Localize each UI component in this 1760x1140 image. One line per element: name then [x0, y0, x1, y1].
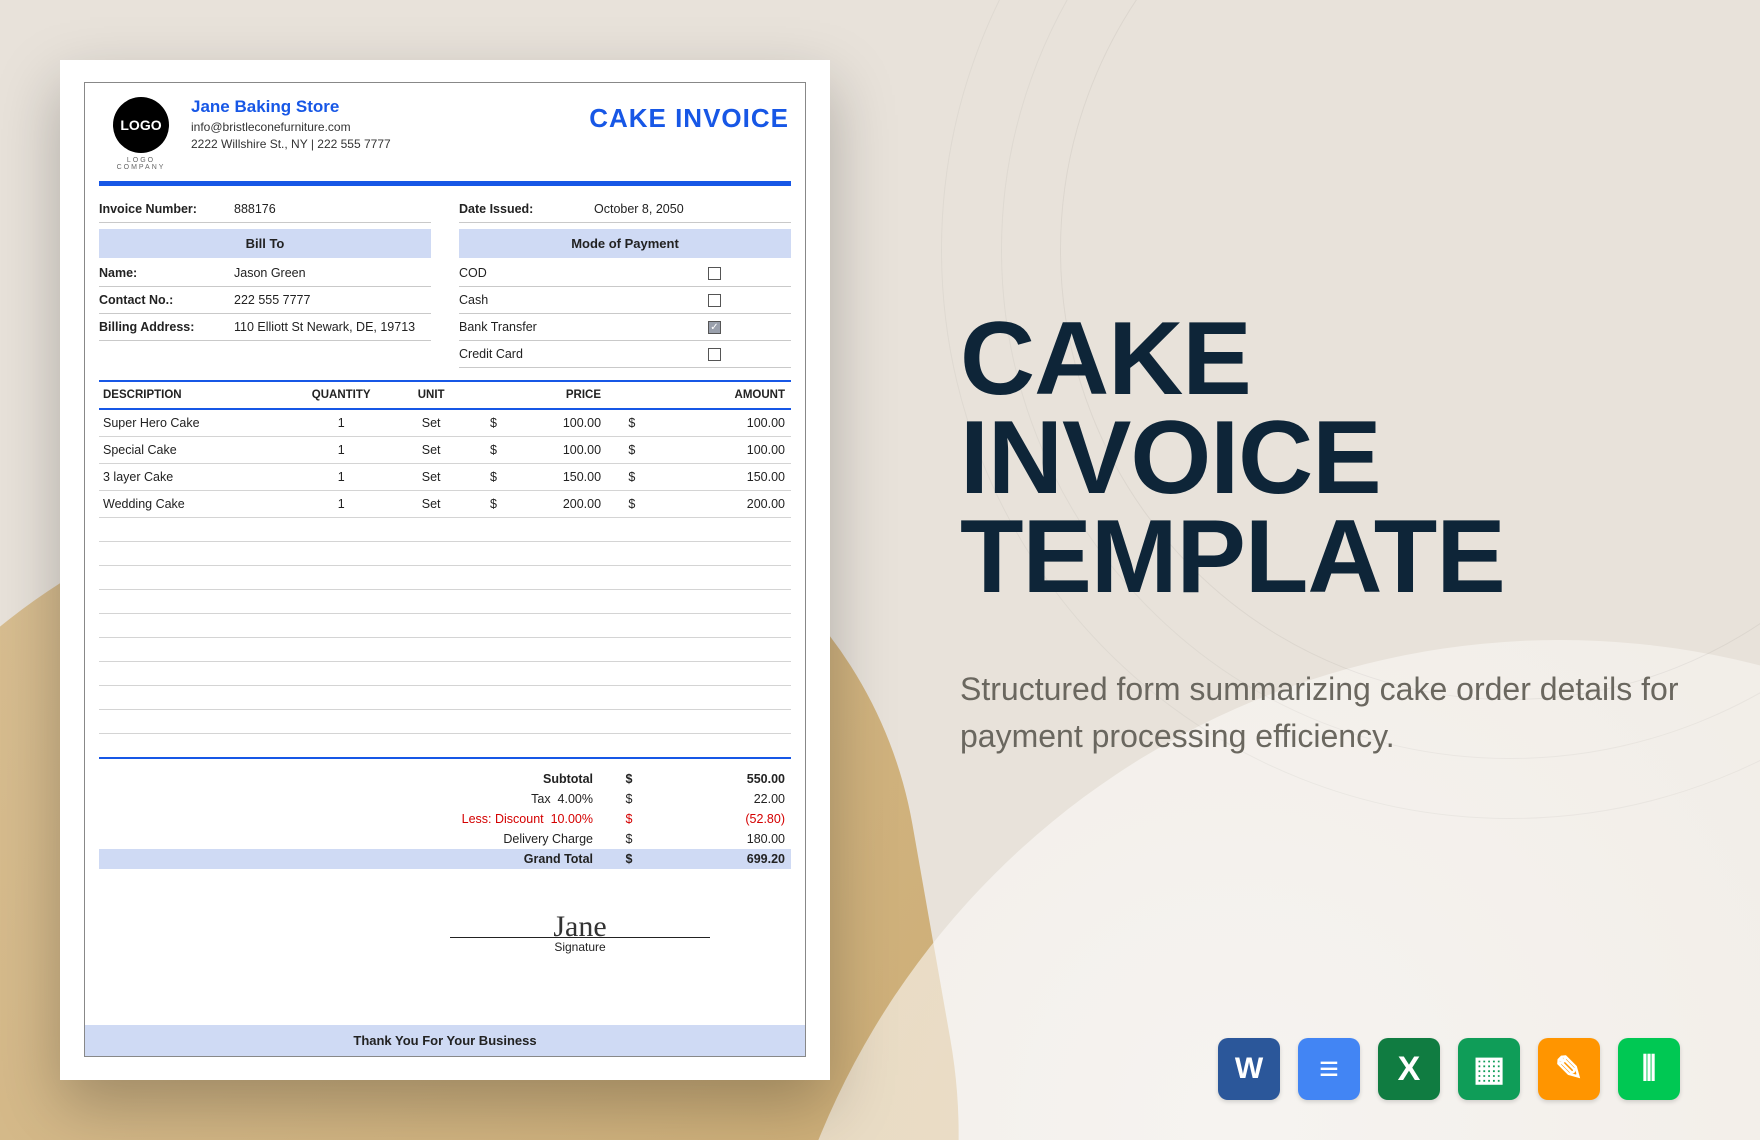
promo-subtitle: Structured form summarizing cake order d… [960, 666, 1680, 759]
table-row: Super Hero Cake1Set$100.00$100.00 [99, 409, 791, 437]
billto-contact-value: 222 555 7777 [234, 293, 431, 307]
grand-total-value: 699.20 [651, 852, 791, 866]
promo-block: CAKE INVOICE TEMPLATE Structured form su… [960, 310, 1680, 759]
doc-footer: Thank You For Your Business [85, 1025, 805, 1056]
table-row [99, 590, 791, 614]
subtotal-value: 550.00 [651, 772, 791, 786]
grand-total-label: Grand Total [99, 852, 607, 866]
signature-script: Jane [553, 910, 606, 944]
payment-header: Mode of Payment [459, 229, 791, 258]
doc-header: LOGO LOGO COMPANY Jane Baking Store info… [85, 83, 805, 181]
invoice-number-value: 888176 [234, 202, 431, 216]
invoice-document: LOGO LOGO COMPANY Jane Baking Store info… [60, 60, 830, 1080]
discount-label: Less: Discount [462, 812, 544, 826]
table-row: 3 layer Cake1Set$150.00$150.00 [99, 464, 791, 491]
doc-title: CAKE INVOICE [589, 97, 789, 134]
signature-area: Jane Signature [99, 897, 791, 954]
payment-mode-row: COD [459, 260, 791, 287]
checkbox-icon[interactable] [708, 294, 721, 307]
payment-mode-label: COD [459, 266, 708, 280]
currency-symbol: $ [607, 852, 651, 866]
logo: LOGO LOGO COMPANY [101, 97, 181, 171]
bill-to-header: Bill To [99, 229, 431, 258]
date-value: October 8, 2050 [594, 202, 791, 216]
word-icon[interactable]: W [1218, 1038, 1280, 1100]
payment-mode-row: Bank Transfer✓ [459, 314, 791, 341]
th-quantity: QUANTITY [293, 381, 390, 409]
table-row [99, 662, 791, 686]
tax-value: 22.00 [651, 792, 791, 806]
billto-name-value: Jason Green [234, 266, 431, 280]
promo-title-l1: CAKE INVOICE [960, 301, 1381, 516]
tax-rate: 4.00% [558, 792, 593, 806]
checkbox-icon[interactable] [708, 267, 721, 280]
subtotal-label: Subtotal [99, 772, 607, 786]
table-row [99, 542, 791, 566]
payment-mode-label: Bank Transfer [459, 320, 708, 334]
promo-title: CAKE INVOICE TEMPLATE [960, 310, 1680, 606]
billto-contact-label: Contact No.: [99, 293, 234, 307]
company-info: Jane Baking Store info@bristleconefurnit… [191, 97, 589, 151]
delivery-value: 180.00 [651, 832, 791, 846]
company-address: 2222 Willshire St., NY | 222 555 7777 [191, 137, 589, 151]
items-table: DESCRIPTION QUANTITY Unit PRICE AMOUNT S… [99, 380, 791, 759]
logo-circle: LOGO [113, 97, 169, 153]
promo-title-l2: TEMPLATE [960, 499, 1505, 615]
currency-symbol: $ [607, 772, 651, 786]
payment-mode-row: Credit Card [459, 341, 791, 368]
table-row: Wedding Cake1Set$200.00$200.00 [99, 491, 791, 518]
currency-symbol: $ [607, 812, 651, 826]
discount-rate: 10.00% [551, 812, 593, 826]
totals-block: Subtotal $ 550.00 Tax 4.00% $ 22.00 Less… [99, 769, 791, 869]
table-row [99, 734, 791, 758]
table-row [99, 566, 791, 590]
billto-addr-value: 110 Elliott St Newark, DE, 19713 [234, 320, 431, 334]
meta-row: Invoice Number: 888176 Bill To Name: Jas… [85, 196, 805, 368]
checkbox-icon[interactable]: ✓ [708, 321, 721, 334]
excel-icon[interactable]: X [1378, 1038, 1440, 1100]
th-unit: Unit [390, 381, 473, 409]
payment-mode-label: Cash [459, 293, 708, 307]
table-row [99, 614, 791, 638]
checkbox-icon[interactable] [708, 348, 721, 361]
company-name: Jane Baking Store [191, 97, 589, 117]
th-amount: AMOUNT [653, 381, 791, 409]
th-description: DESCRIPTION [99, 381, 293, 409]
payment-mode-label: Credit Card [459, 347, 708, 361]
th-price: PRICE [514, 381, 611, 409]
apple-pages-icon[interactable]: ✎ [1538, 1038, 1600, 1100]
tax-label: Tax [531, 792, 550, 806]
billto-addr-label: Billing Address: [99, 320, 234, 334]
company-email: info@bristleconefurniture.com [191, 120, 589, 134]
invoice-number-label: Invoice Number: [99, 202, 234, 216]
table-row [99, 686, 791, 710]
billto-name-label: Name: [99, 266, 234, 280]
delivery-label: Delivery Charge [99, 832, 607, 846]
header-rule [99, 181, 791, 186]
table-row [99, 638, 791, 662]
discount-value: (52.80) [651, 812, 791, 826]
table-row [99, 710, 791, 734]
google-sheets-icon[interactable]: ▦ [1458, 1038, 1520, 1100]
currency-symbol: $ [607, 792, 651, 806]
google-docs-icon[interactable]: ≡ [1298, 1038, 1360, 1100]
payment-mode-row: Cash [459, 287, 791, 314]
table-row: Special Cake1Set$100.00$100.00 [99, 437, 791, 464]
app-icons-row: W ≡ X ▦ ✎ ⫴ [1218, 1038, 1680, 1100]
date-label: Date Issued: [459, 202, 594, 216]
table-row [99, 518, 791, 542]
currency-symbol: $ [607, 832, 651, 846]
apple-numbers-icon[interactable]: ⫴ [1618, 1038, 1680, 1100]
logo-subtext: LOGO COMPANY [101, 157, 181, 171]
